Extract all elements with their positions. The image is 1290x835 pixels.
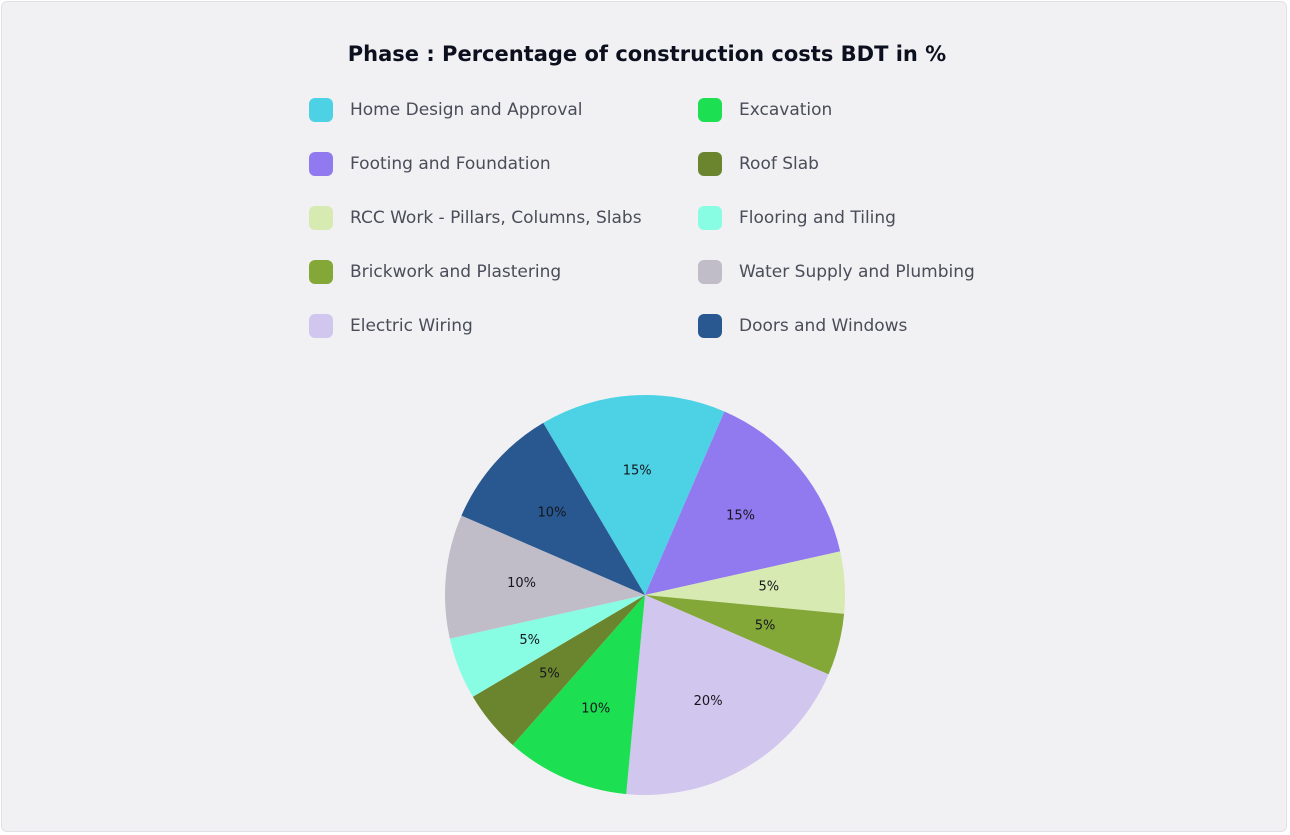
pie-slices: [445, 394, 845, 795]
slice-value-label: 5%: [755, 618, 776, 633]
slice-value-label: 5%: [539, 667, 560, 682]
slice-value-label: 15%: [623, 464, 652, 479]
slice-value-label: 15%: [726, 508, 755, 523]
slice-value-label: 5%: [519, 633, 540, 648]
slice-value-label: 20%: [694, 694, 723, 709]
slice-value-label: 5%: [758, 580, 779, 595]
slice-value-label: 10%: [507, 576, 536, 591]
slice-value-label: 10%: [538, 506, 567, 521]
pie-chart: 15% 15% 5% 5% 20% 10% 5% 5% 10% 10%: [445, 394, 845, 795]
slice-value-label: 10%: [581, 701, 610, 716]
